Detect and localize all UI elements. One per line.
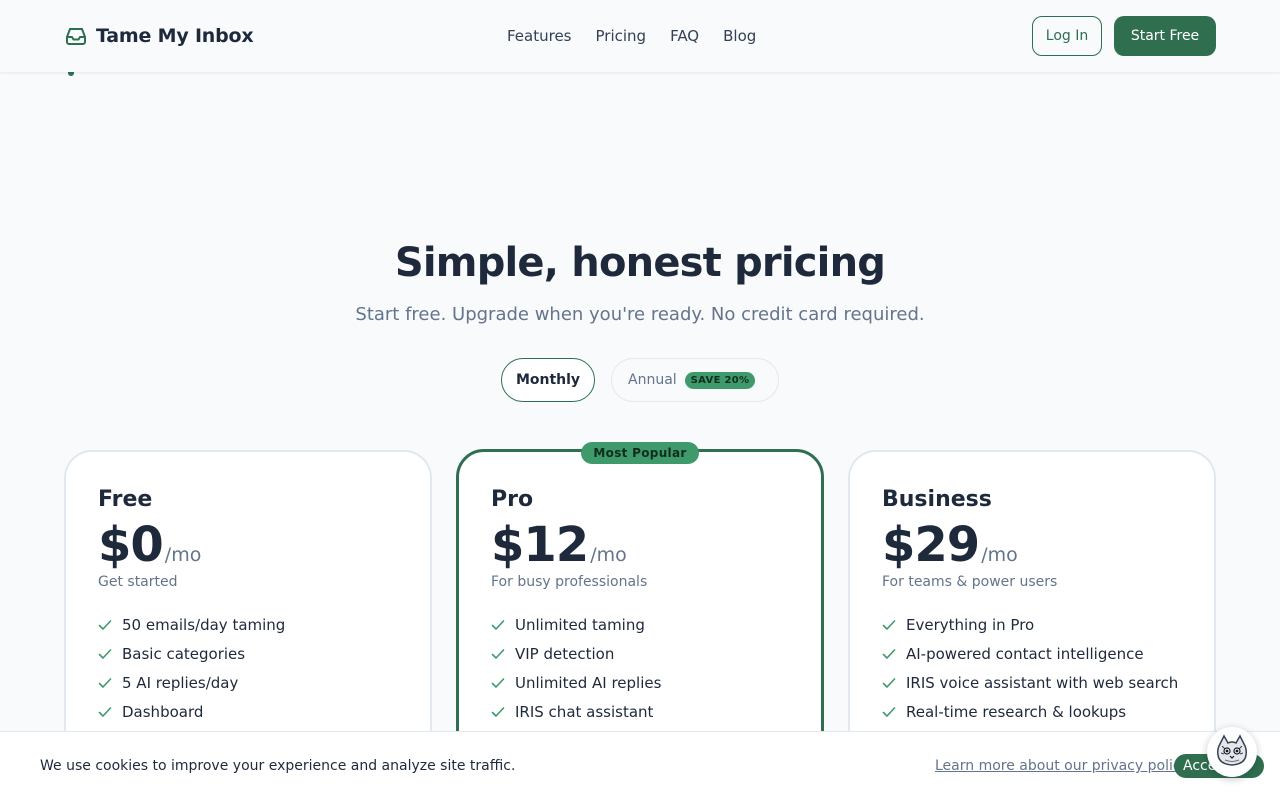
annual-label: Annual <box>628 372 677 388</box>
feature-text: 5 AI replies/day <box>122 673 239 692</box>
privacy-policy-link[interactable]: Learn more about our privacy policy <box>935 758 1189 774</box>
price-row: $29 /mo <box>882 516 1182 574</box>
check-icon <box>98 706 112 717</box>
feature-text: Everything in Pro <box>906 615 1035 634</box>
feature-text: IRIS chat assistant <box>515 702 654 721</box>
feature-text: VIP detection <box>515 644 615 663</box>
pricing-title: Simple, honest pricing <box>394 240 886 286</box>
feature-item: IRIS voice assistant with web search <box>882 668 1182 697</box>
price-row: $12 /mo <box>491 516 789 574</box>
header-actions: Log In Start Free <box>1032 16 1216 56</box>
check-icon <box>491 677 505 688</box>
nav-pricing[interactable]: Pricing <box>596 27 647 45</box>
plan-period: /mo <box>981 544 1018 566</box>
check-icon <box>98 677 112 688</box>
plan-name: Business <box>882 487 992 512</box>
feature-text: IRIS voice assistant with web search <box>906 673 1179 692</box>
plan-price: $0 <box>98 517 164 573</box>
save-badge: SAVE 20% <box>684 371 756 389</box>
nav-blog[interactable]: Blog <box>723 27 756 45</box>
feature-list: Everything in Pro AI-powered contact int… <box>882 610 1182 726</box>
site-header: Tame My Inbox Features Pricing FAQ Blog … <box>0 0 1280 72</box>
feature-item: Unlimited AI replies <box>491 668 789 697</box>
plan-tagline: For busy professionals <box>491 574 648 590</box>
feature-text: AI-powered contact intelligence <box>906 644 1144 663</box>
feature-item: Everything in Pro <box>882 610 1182 639</box>
plan-tagline: Get started <box>98 574 178 590</box>
feature-item: IRIS chat assistant <box>491 697 789 726</box>
feature-text: Real-time research & lookups <box>906 702 1127 721</box>
feature-item: 50 emails/day taming <box>98 610 398 639</box>
billing-toggle: Monthly Annual SAVE 20% <box>501 358 779 402</box>
plan-price: $12 <box>491 517 589 573</box>
check-icon <box>491 648 505 659</box>
cookie-text: We use cookies to improve your experienc… <box>40 758 516 774</box>
check-icon <box>882 648 896 659</box>
feature-item: Basic categories <box>98 639 398 668</box>
plan-name: Pro <box>491 487 534 512</box>
nav-faq[interactable]: FAQ <box>670 27 699 45</box>
feature-text: Dashboard <box>122 702 204 721</box>
feature-item: VIP detection <box>491 639 789 668</box>
feature-item: AI-powered contact intelligence <box>882 639 1182 668</box>
check-icon <box>98 648 112 659</box>
plan-card-business: Business $29 /mo For teams & power users… <box>848 450 1216 770</box>
check-icon <box>882 677 896 688</box>
feature-text: Unlimited AI replies <box>515 673 662 692</box>
plan-tagline: For teams & power users <box>882 574 1058 590</box>
start-free-button[interactable]: Start Free <box>1114 16 1216 56</box>
feature-list: 50 emails/day taming Basic categories 5 … <box>98 610 398 726</box>
feature-item: Real-time research & lookups <box>882 697 1182 726</box>
most-popular-badge: Most Popular <box>581 442 699 464</box>
inbox-icon <box>66 28 86 45</box>
feature-item: Unlimited taming <box>491 610 789 639</box>
plan-name: Free <box>98 487 153 512</box>
login-button[interactable]: Log In <box>1032 16 1102 56</box>
cookie-banner: We use cookies to improve your experienc… <box>0 731 1280 800</box>
nav-features[interactable]: Features <box>507 27 572 45</box>
price-row: $0 /mo <box>98 516 398 574</box>
brand-name: Tame My Inbox <box>96 25 254 47</box>
chat-mascot-button[interactable] <box>1207 727 1257 777</box>
check-icon <box>491 706 505 717</box>
plan-card-free: Free $0 /mo Get started 50 emails/day ta… <box>64 450 432 770</box>
cat-mascot-icon <box>1217 734 1247 766</box>
monthly-toggle-button[interactable]: Monthly <box>501 358 595 402</box>
plan-price: $29 <box>882 517 980 573</box>
plan-period: /mo <box>590 544 627 566</box>
check-icon <box>882 619 896 630</box>
feature-item: Dashboard <box>98 697 398 726</box>
feature-text: Basic categories <box>122 644 246 663</box>
feature-list: Unlimited taming VIP detection Unlimited… <box>491 610 789 726</box>
check-icon <box>98 619 112 630</box>
pricing-subtitle: Start free. Upgrade when you're ready. N… <box>355 304 925 325</box>
brand-logo[interactable]: Tame My Inbox <box>64 24 254 48</box>
feature-text: Unlimited taming <box>515 615 645 634</box>
plan-period: /mo <box>164 544 202 566</box>
feature-text: 50 emails/day taming <box>122 615 286 634</box>
main-nav: Features Pricing FAQ Blog <box>507 0 756 72</box>
annual-toggle-button[interactable]: Annual SAVE 20% <box>611 358 779 402</box>
check-icon <box>491 619 505 630</box>
plan-card-pro: Most Popular Pro $12 /mo For busy profes… <box>456 442 824 769</box>
feature-item: 5 AI replies/day <box>98 668 398 697</box>
check-icon <box>882 706 896 717</box>
